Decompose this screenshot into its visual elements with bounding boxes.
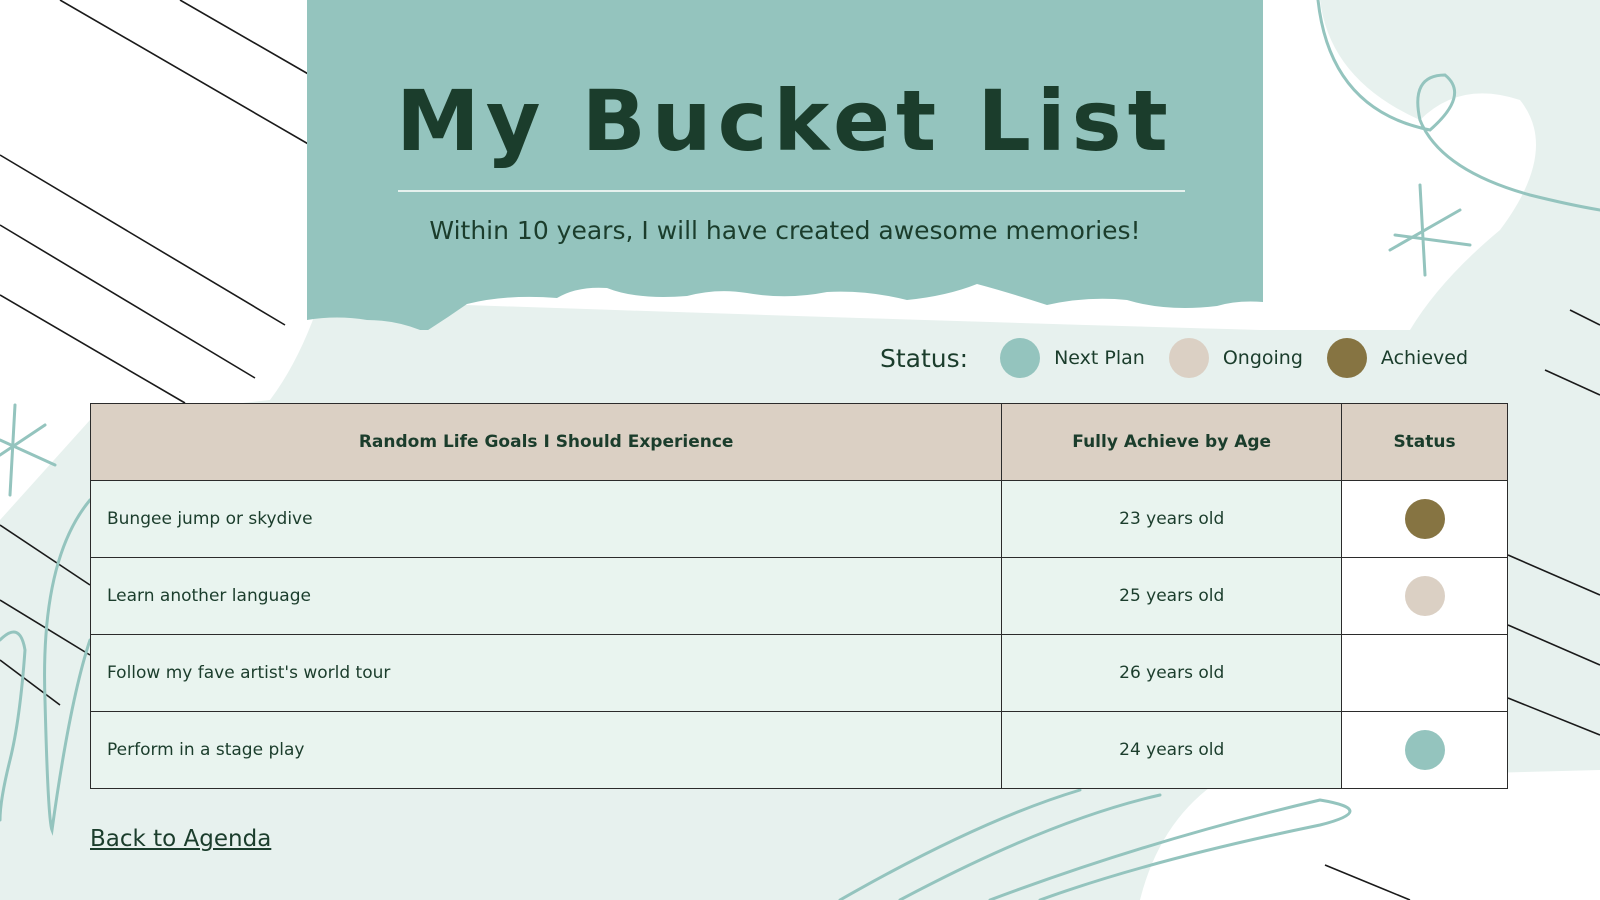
goal-cell: Bungee jump or skydive (89, 480, 1003, 558)
next-plan-dot-icon (1000, 338, 1041, 378)
legend-item-achieved: Achieved (1326, 338, 1469, 378)
age-cell: 25 years old (1001, 557, 1343, 635)
legend-title: Status: (880, 343, 969, 373)
table-row: Follow my fave artist's world tour 26 ye… (89, 634, 1508, 712)
status-legend: Status: Next Plan Ongoing Achieved (880, 334, 1492, 382)
legend-label: Next Plan (1054, 347, 1145, 369)
column-header-goal: Random Life Goals I Should Experience (89, 403, 1003, 481)
legend-item-next-plan: Next Plan (1000, 338, 1145, 378)
column-header-age: Fully Achieve by Age (1001, 403, 1343, 481)
table-row: Learn another language 25 years old (89, 557, 1508, 635)
legend-label: Achieved (1380, 347, 1469, 369)
legend-item-ongoing: Ongoing (1168, 338, 1303, 378)
age-cell: 26 years old (1001, 634, 1343, 712)
title-divider (398, 190, 1185, 192)
next-plan-status-dot-icon (1404, 730, 1445, 770)
table-row: Bungee jump or skydive 23 years old (89, 480, 1508, 558)
ongoing-status-dot-icon (1404, 576, 1445, 616)
column-header-status: Status (1341, 403, 1508, 481)
status-cell (1341, 557, 1508, 635)
ongoing-dot-icon (1168, 338, 1209, 378)
legend-label: Ongoing (1222, 347, 1303, 369)
table-row: Perform in a stage play 24 years old (89, 711, 1508, 789)
age-cell: 23 years old (1001, 480, 1343, 558)
page-subtitle: Within 10 years, I will have created awe… (429, 216, 1141, 245)
goal-cell: Perform in a stage play (89, 711, 1003, 789)
achieved-status-dot-icon (1404, 499, 1445, 539)
status-cell (1341, 711, 1508, 789)
table-header-row: Random Life Goals I Should Experience Fu… (89, 403, 1508, 481)
status-cell (1341, 480, 1508, 558)
age-cell: 24 years old (1001, 711, 1343, 789)
bucket-list-table: Random Life Goals I Should Experience Fu… (89, 403, 1508, 789)
back-to-agenda-link[interactable]: Back to Agenda (90, 826, 271, 852)
status-cell (1341, 634, 1508, 712)
goal-cell: Follow my fave artist's world tour (89, 634, 1003, 712)
achieved-dot-icon (1326, 338, 1367, 378)
goal-cell: Learn another language (89, 557, 1003, 635)
page-title: My Bucket List (396, 72, 1174, 170)
